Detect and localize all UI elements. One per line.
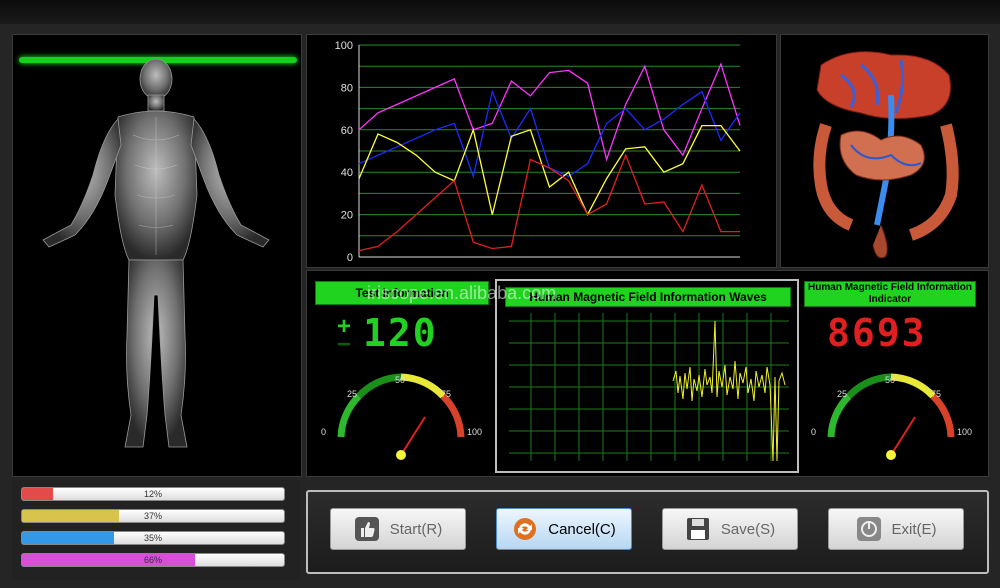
chart-y-tick-label: 60 (341, 125, 353, 137)
action-buttons-panel: Start(R) Cancel(C) Save(S) Exit(E) (306, 490, 989, 574)
exit-button[interactable]: Exit(E) (828, 508, 964, 550)
organ-image-panel (780, 34, 989, 268)
waves-graph (509, 313, 789, 462)
save-button[interactable]: Save(S) (662, 508, 798, 550)
start-button-label: Start(R) (389, 520, 443, 538)
wave-signal (672, 320, 786, 462)
chart-y-tick-label: 0 (347, 252, 353, 264)
save-button-label: Save(S) (720, 520, 776, 538)
line-chart: 100 80 60 40 20 0 (335, 40, 741, 264)
line-chart-panel: 100 80 60 40 20 0 (306, 34, 777, 268)
watermark: iriscope.en.alibaba.com (367, 283, 557, 303)
progress-bar-4-label: 66% (143, 555, 162, 565)
power-icon (856, 517, 881, 541)
progress-bar-3-label: 35% (143, 533, 162, 543)
magnetic-indicator-label: Human Magnetic Field Information Indicat… (804, 281, 976, 307)
indicators-panel: Test Information + − 120 0 25 50 75 100 … (306, 270, 989, 477)
human-body-figure (42, 58, 270, 448)
thumbs-up-icon (354, 517, 379, 541)
left-gauge (337, 373, 465, 460)
digestive-organs-image (813, 51, 959, 259)
chart-y-tick-label: 40 (341, 167, 353, 179)
progress-bar-2-label: 37% (143, 511, 162, 521)
gauge-tick-100-right: 100 (957, 427, 973, 437)
start-button[interactable]: Start(R) (330, 508, 466, 550)
cancel-button[interactable]: Cancel(C) (496, 508, 632, 550)
chart-y-tick-label: 20 (341, 210, 353, 222)
progress-bar-1-label: 12% (143, 489, 162, 499)
gauge-tick-50-right: 50 (885, 375, 896, 385)
gauge-tick-0-right: 0 (811, 427, 817, 437)
gauge-tick-0: 0 (321, 427, 327, 437)
gauge-tick-25: 25 (347, 389, 358, 399)
refresh-icon (514, 518, 537, 540)
progress-bar-2: 37% (21, 509, 285, 523)
gauge-tick-50: 50 (395, 375, 406, 385)
chart-y-tick-label: 100 (335, 40, 353, 52)
body-scan-panel (12, 34, 302, 477)
magnetic-value-display: 8693 (827, 311, 927, 355)
progress-bar-3: 35% (21, 531, 285, 545)
title-bar (0, 0, 1000, 24)
minus-sign: − (337, 331, 352, 358)
test-value-display: 120 (363, 311, 438, 355)
progress-bars-panel: 12% 37% 35% 66% (12, 480, 300, 580)
chart-y-tick-label: 80 (341, 82, 353, 94)
progress-bar-4: 66% (21, 553, 285, 567)
progress-bar-1: 12% (21, 487, 285, 501)
floppy-disk-icon (686, 518, 709, 540)
right-gauge (827, 373, 955, 460)
waves-frame: Human Magnetic Field Information Waves (495, 279, 799, 473)
gauge-tick-75-right: 75 (931, 389, 942, 399)
gauge-tick-25-right: 25 (837, 389, 848, 399)
chart-series-line-1 (358, 62, 741, 162)
exit-button-label: Exit(E) (891, 520, 937, 538)
gauge-tick-100: 100 (467, 427, 483, 437)
gauge-tick-75: 75 (441, 389, 452, 399)
cancel-button-label: Cancel(C) (548, 520, 616, 538)
